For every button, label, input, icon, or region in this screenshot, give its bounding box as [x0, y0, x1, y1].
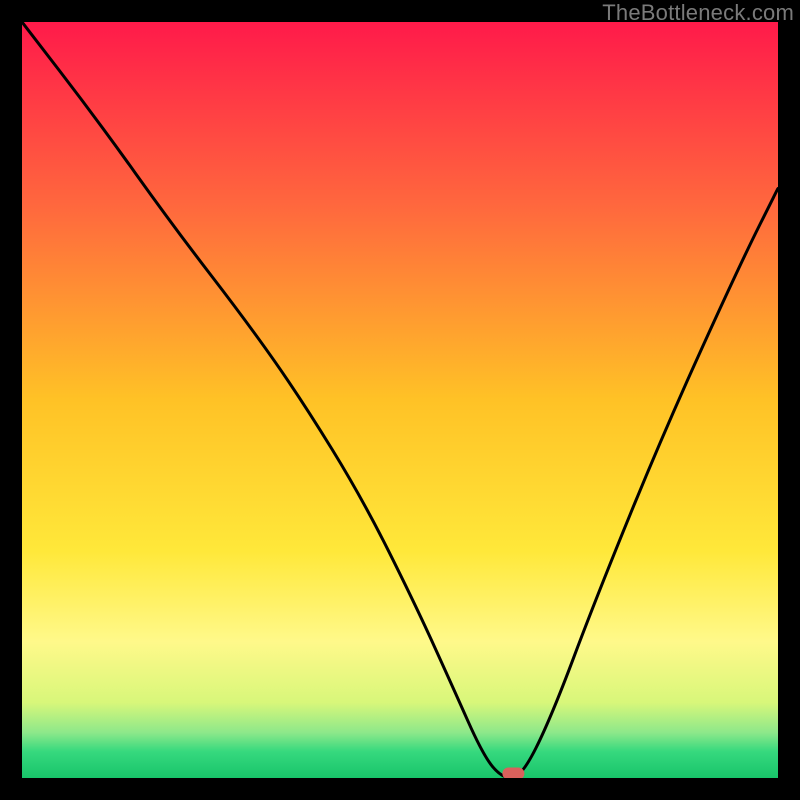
watermark-text: TheBottleneck.com	[602, 0, 794, 26]
chart-svg	[22, 22, 778, 778]
gradient-bg	[22, 22, 778, 778]
min-marker	[502, 767, 524, 778]
chart-plot	[22, 22, 778, 778]
chart-frame: TheBottleneck.com	[0, 0, 800, 800]
